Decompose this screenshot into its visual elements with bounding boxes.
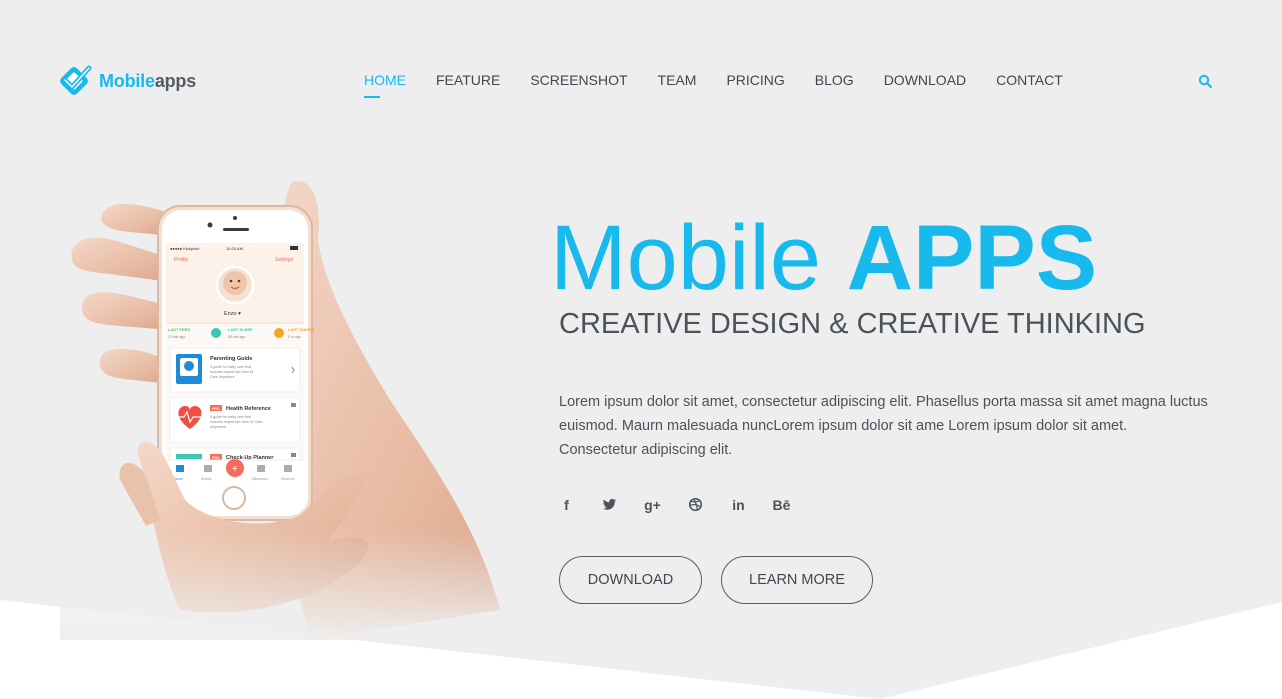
google-plus-icon[interactable]: g+ xyxy=(644,496,661,513)
svg-text:Profile: Profile xyxy=(174,257,188,263)
nav-item-blog[interactable]: BLOG xyxy=(815,73,854,87)
phone-mockup: ●●●●● Kickpush 10:20 AM Profile Settings… xyxy=(157,205,315,521)
dribbble-icon[interactable] xyxy=(687,496,704,513)
learn-more-button[interactable]: LEARN MORE xyxy=(721,556,873,604)
linkedin-icon[interactable]: in xyxy=(730,496,747,513)
svg-text:Settings: Settings xyxy=(275,257,294,263)
svg-text:Anywhere: Anywhere xyxy=(210,425,226,429)
svg-text:LAST FEED: LAST FEED xyxy=(168,327,190,332)
svg-text:58 min ago: 58 min ago xyxy=(228,335,245,339)
nav-item-contact[interactable]: CONTACT xyxy=(996,73,1063,87)
svg-text:LAST SLEEP: LAST SLEEP xyxy=(228,327,253,332)
brand-name: Mobileapps xyxy=(99,70,197,91)
svg-text:10:20 AM: 10:20 AM xyxy=(226,246,243,251)
social-links: f g+ in Bē xyxy=(558,496,816,513)
svg-text:includes expert tips from Dr C: includes expert tips from Dr Care xyxy=(210,420,263,424)
svg-text:●●●●● Kickpush: ●●●●● Kickpush xyxy=(170,246,199,251)
nav-item-home[interactable]: HOME xyxy=(364,73,406,98)
svg-text:includes expert tips from Dr: includes expert tips from Dr xyxy=(210,370,255,374)
svg-text:LAST DIAPER: LAST DIAPER xyxy=(288,327,315,332)
svg-text:Care Anywhere: Care Anywhere xyxy=(210,375,235,379)
svg-text:+: + xyxy=(232,464,238,475)
svg-text:Milestones: Milestones xyxy=(252,477,268,481)
nav-item-screenshot[interactable]: SCREENSHOT xyxy=(530,73,627,87)
nav-item-pricing[interactable]: PRICING xyxy=(726,73,784,87)
twitter-icon[interactable] xyxy=(601,496,618,513)
svg-text:A guide for baby care that: A guide for baby care that xyxy=(210,365,251,369)
hero-description: Lorem ipsum dolor sit amet, consectetur … xyxy=(559,394,1208,458)
hero-title: Mobile APPS xyxy=(550,207,1098,309)
hero-illustration: ●●●●● Kickpush 10:20 AM Profile Settings… xyxy=(60,181,530,640)
logo-mark-icon xyxy=(60,65,92,95)
svg-text:2 hr ago: 2 hr ago xyxy=(288,335,301,339)
svg-text:23 min ago: 23 min ago xyxy=(168,335,185,339)
svg-text:Activity: Activity xyxy=(201,477,212,481)
brand-logo[interactable]: Mobileapps xyxy=(56,63,196,99)
nav-item-feature[interactable]: FEATURE xyxy=(436,73,500,87)
svg-text:Sessions: Sessions xyxy=(281,477,295,481)
main-nav: HOME FEATURE SCREENSHOT TEAM PRICING BLO… xyxy=(364,73,1093,98)
svg-text:PRO: PRO xyxy=(212,407,220,411)
svg-text:Enzo ▾: Enzo ▾ xyxy=(224,311,241,317)
nav-item-team[interactable]: TEAM xyxy=(658,73,697,87)
svg-text:PRO: PRO xyxy=(212,456,220,460)
hero-subtitle: CREATIVE DESIGN & CREATIVE THINKING xyxy=(559,308,1146,340)
search-icon[interactable] xyxy=(1198,74,1213,89)
download-button[interactable]: DOWNLOAD xyxy=(559,556,702,604)
svg-text:Parenting Guide: Parenting Guide xyxy=(210,356,252,362)
facebook-icon[interactable]: f xyxy=(558,496,575,513)
svg-text:Health Reference: Health Reference xyxy=(226,406,271,412)
svg-text:A guide for baby care that: A guide for baby care that xyxy=(210,415,251,419)
nav-item-download[interactable]: DOWNLOAD xyxy=(884,73,966,87)
behance-icon[interactable]: Bē xyxy=(773,496,791,513)
